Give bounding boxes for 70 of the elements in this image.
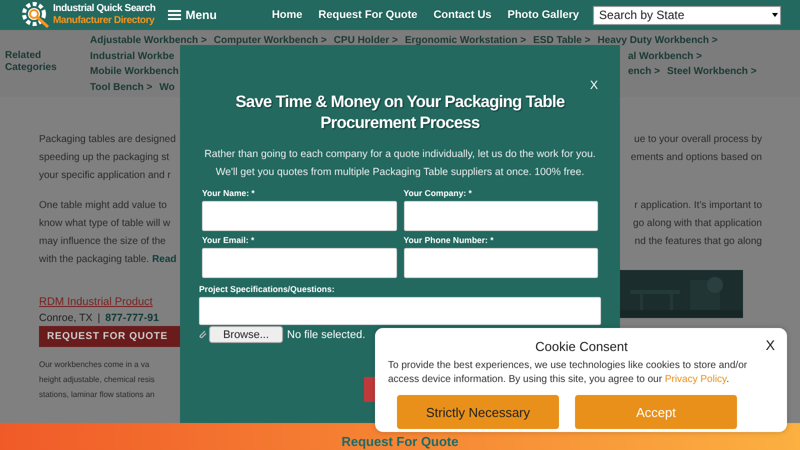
privacy-policy-link[interactable]: Privacy Policy <box>664 374 726 385</box>
close-button[interactable]: X <box>586 78 601 92</box>
request-quote-button[interactable]: REQUEST FOR QUOTE <box>39 326 180 347</box>
company-link[interactable]: RDM Industrial Product <box>39 294 180 310</box>
logo-title[interactable]: Industrial Quick Search <box>53 3 156 15</box>
consent-button[interactable]: Strictly Necessary <box>397 395 559 429</box>
logo-subtitle[interactable]: Manufacturer Directory <box>53 15 156 27</box>
category-link[interactable]: CPU Holder > <box>334 35 398 46</box>
description-text: height adjustable, chemical resis <box>39 374 156 386</box>
category-link[interactable]: Adjustable Workbench > <box>90 35 207 46</box>
nav-link[interactable]: Contact Us <box>433 9 492 21</box>
paragraph-text: ue to your overall process by <box>634 134 762 144</box>
description-text: stations, laminar flow stations an <box>39 389 156 401</box>
category-link[interactable]: ESD Table > <box>533 35 590 46</box>
input-field[interactable] <box>404 248 598 278</box>
input-field[interactable] <box>202 201 396 231</box>
paragraph-text: go along with that application <box>633 218 762 228</box>
text-area[interactable] <box>199 297 601 325</box>
input-field[interactable] <box>404 201 598 231</box>
paragraph-text: Packaging tables are designed <box>39 134 176 144</box>
category-link[interactable]: Heavy Duty Workbench > <box>597 35 718 46</box>
menu-icon <box>168 10 181 20</box>
dialog-intro: Rather than going to each company for a quote individually, let us do the work for you. We'll get you quotes from multiple Packaging Table suppliers at once. 100% free. <box>203 148 597 180</box>
field-label: Your Email: * <box>202 235 256 246</box>
cookie-text: To provide the best experiences, we use technologies like cookies to store and/or access device information. By using this site, you agree to our Privacy Policy. <box>388 359 748 387</box>
caret-icon <box>772 13 778 17</box>
cookie-title: Cookie Consent <box>535 338 628 354</box>
separator: | <box>98 311 100 326</box>
browse-button[interactable]: Browse... <box>209 326 283 343</box>
paragraph-text: your specific application and r <box>39 170 171 180</box>
nav-link[interactable]: Home <box>272 9 302 21</box>
paragraph-text: ements and options based on <box>630 152 762 162</box>
category-link[interactable]: Wo <box>159 82 175 93</box>
paragraph-text: may influence the size of the <box>39 236 166 246</box>
paragraph-text: nd the features that go along <box>634 236 762 246</box>
phone-link[interactable]: 877-777-91 <box>105 310 159 326</box>
paragraph-text: r application. It’s important to <box>634 200 762 210</box>
category-link[interactable]: ench > <box>628 66 660 78</box>
company-location: Conroe, TX <box>39 311 92 326</box>
dialog-title: Procurement Process <box>320 113 480 134</box>
description-text: Our workbenches come in a va <box>39 359 150 371</box>
nav-link[interactable]: Photo Gallery <box>508 9 580 21</box>
dialog-title: Save Time & Money on Your Packaging Table <box>235 92 565 113</box>
paragraph-text: with the packaging table. <box>39 254 150 264</box>
state-select[interactable]: Search by State <box>593 6 782 24</box>
paperclip-icon <box>199 330 207 339</box>
consent-button[interactable]: Accept <box>575 395 737 429</box>
field-label: Your Company: * <box>404 188 473 199</box>
category-link[interactable]: Ergonomic Workstation > <box>404 35 526 46</box>
category-link[interactable]: al Workbench > <box>628 50 702 62</box>
request-quote-link[interactable]: Request For Quote <box>341 434 458 450</box>
nav-link[interactable]: Request For Quote <box>318 9 418 21</box>
paragraph-text: speeding up the packaging st <box>39 152 170 162</box>
category-link[interactable]: Steel Workbench > <box>666 66 757 78</box>
file-status: No file selected. <box>287 328 366 340</box>
category-link[interactable]: Mobile Workbench <box>90 66 179 78</box>
field-label: Your Phone Number: * <box>404 235 495 246</box>
input-field[interactable] <box>202 248 396 278</box>
read-more-link[interactable]: Read <box>152 254 177 264</box>
gear-magnifier-icon <box>22 2 50 28</box>
paragraph-text: know what type of table will w <box>39 218 170 228</box>
category-link[interactable]: Computer Workbench > <box>214 35 327 46</box>
menu-button[interactable]: Menu <box>168 8 217 22</box>
category-link[interactable]: Industrial Workbe <box>90 50 174 62</box>
category-link[interactable]: Tool Bench > <box>90 82 152 93</box>
field-label: Project Specifications/Questions: <box>199 284 336 295</box>
close-button[interactable]: X <box>766 337 775 353</box>
paragraph-text: One table might add value to <box>39 200 167 210</box>
categories-label: Related Categories <box>4 49 58 75</box>
field-label: Your Name: * <box>202 188 256 199</box>
